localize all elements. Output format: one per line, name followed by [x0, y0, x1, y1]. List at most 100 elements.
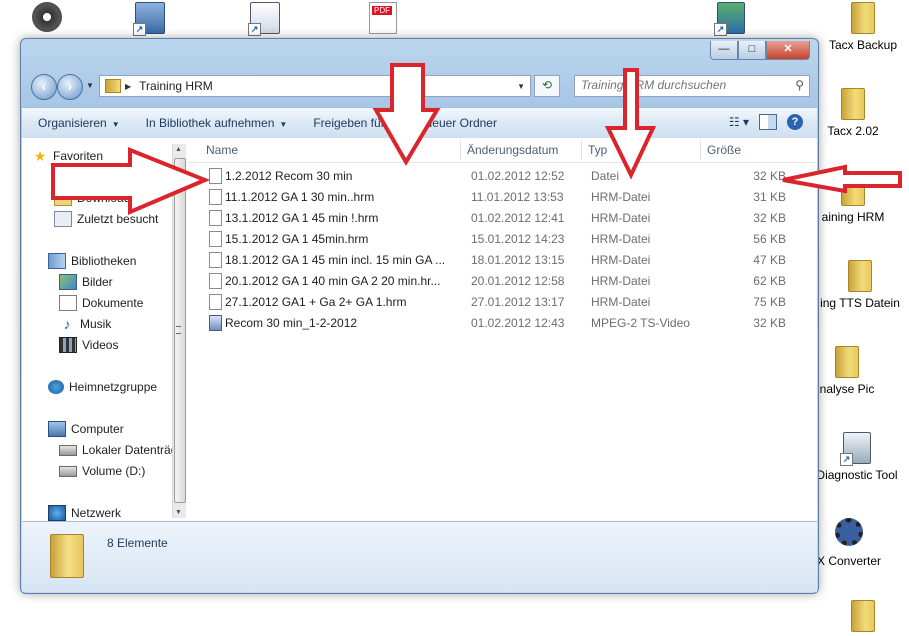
file-list: Name Änderungsdatum Typ Größe 1.2.2012 R…	[188, 138, 817, 522]
nav-scrollbar[interactable]: ▲ ▼	[172, 144, 186, 518]
file-row[interactable]: 15.1.2012 GA 1 45min.hrm 15.01.2012 14:23…	[205, 229, 797, 250]
desktop-icon-label: Tacx 2.02	[827, 124, 879, 138]
scroll-down-icon[interactable]: ▼	[175, 509, 182, 516]
desktop-shortcut-diagnostic[interactable]: ↗ Diagnostic Tool	[812, 432, 902, 482]
desktop-pdf-icon[interactable]	[338, 2, 428, 38]
desktop-app-icon[interactable]: ↗	[105, 2, 195, 38]
folder-icon	[830, 346, 864, 380]
desktop-folder-tacx-202[interactable]: Tacx 2.02	[808, 88, 898, 138]
file-modified: 01.02.2012 12:52	[471, 169, 565, 183]
file-size: 32 KB	[753, 211, 786, 225]
share-label: Freigeben für	[313, 116, 385, 130]
body-area: ★ Favoriten Desktop Downloads Zuletzt be…	[22, 138, 817, 522]
column-separator[interactable]	[700, 140, 701, 160]
column-type[interactable]: Typ	[588, 143, 607, 157]
help-icon[interactable]: ?	[787, 114, 803, 130]
column-name[interactable]: Name	[206, 143, 238, 157]
file-size: 75 KB	[753, 295, 786, 309]
file-size: 32 KB	[753, 169, 786, 183]
refresh-button[interactable]: ⟲	[534, 75, 560, 97]
close-button[interactable]: ✕	[766, 41, 810, 60]
include-library-menu[interactable]: In Bibliothek aufnehmen ▼	[136, 116, 298, 130]
item-count: 8 Elemente	[107, 536, 168, 550]
minimize-button[interactable]: —	[710, 41, 738, 60]
address-dropdown-icon[interactable]: ▼	[517, 82, 525, 91]
nav-item-libraries[interactable]: Bibliotheken	[48, 251, 136, 271]
scroll-up-icon[interactable]: ▲	[175, 146, 182, 153]
search-icon[interactable]: ⚲	[795, 78, 804, 92]
desktop-folder-training-hrm[interactable]: aining HRM	[808, 174, 898, 224]
nav-item-homegroup[interactable]: Heimnetzgruppe	[48, 377, 157, 397]
nav-item-downloads[interactable]: Downloads	[54, 188, 136, 208]
column-modified[interactable]: Änderungsdatum	[467, 143, 558, 157]
file-name: 13.1.2012 GA 1 45 min !.hrm	[225, 211, 379, 225]
preview-pane-icon[interactable]	[759, 114, 777, 130]
nav-item-desktop[interactable]: Desktop	[54, 167, 168, 189]
caret-down-icon: ▼	[111, 120, 120, 129]
column-separator[interactable]	[581, 140, 582, 160]
file-type: HRM-Datei	[591, 274, 651, 288]
file-modified: 01.02.2012 12:41	[471, 211, 565, 225]
toolbar-right: ☷ ▾ ?	[729, 114, 803, 130]
column-size[interactable]: Größe	[707, 143, 741, 157]
file-row[interactable]: 1.2.2012 Recom 30 min 01.02.2012 12:52 Dat…	[205, 166, 797, 187]
homegroup-icon	[48, 380, 64, 394]
nav-item-local-drive[interactable]: Lokaler Datenträg	[59, 440, 177, 460]
nav-item-recent[interactable]: Zuletzt besucht	[54, 209, 158, 229]
breadcrumb-chevron-icon[interactable]: ▶	[125, 82, 131, 91]
nav-item-computer[interactable]: Computer	[48, 419, 124, 439]
file-icon	[209, 231, 222, 247]
file-icon	[209, 273, 222, 289]
new-folder-button[interactable]: Neuer Ordner	[414, 116, 507, 130]
file-row[interactable]: 18.1.2012 GA 1 45 min incl. 15 min GA ..…	[205, 250, 797, 271]
file-row[interactable]: 20.1.2012 GA 1 40 min GA 2 20 min.hr... 2…	[205, 271, 797, 292]
file-modified: 01.02.2012 12:43	[471, 316, 565, 330]
nav-item-pictures[interactable]: Bilder	[59, 272, 113, 292]
caption-buttons: — □ ✕	[710, 41, 810, 60]
breadcrumb-current[interactable]: Training HRM	[139, 79, 517, 93]
maximize-button[interactable]: □	[738, 41, 766, 60]
new-folder-label: Neuer Ordner	[423, 116, 497, 130]
documents-icon	[59, 295, 77, 311]
column-separator[interactable]	[460, 140, 461, 160]
share-menu[interactable]: Freigeben für ▼	[303, 116, 407, 130]
desktop-app-icon[interactable]: ↗	[686, 2, 776, 38]
desktop-folder-partial[interactable]	[818, 600, 908, 636]
file-row[interactable]: 27.1.2012 GA1 + Ga 2+ GA 1.hrm 27.01.2012…	[205, 292, 797, 313]
desktop-app-icon[interactable]: ↗	[220, 2, 310, 38]
nav-label: Zuletzt besucht	[77, 212, 159, 226]
organize-menu[interactable]: Organisieren ▼	[28, 116, 130, 130]
address-bar[interactable]: ▶ Training HRM ▼	[99, 75, 531, 97]
desktop-app-icon[interactable]	[0, 2, 62, 38]
desktop-folder-tacx-backup[interactable]: Tacx Backup	[818, 2, 908, 52]
nav-item-music[interactable]: ♪ Musik	[59, 314, 112, 334]
explorer-window: — □ ✕ ‹ › ▼ ▶ Training HRM ▼ ⟲ ⚲ Organis…	[20, 38, 819, 594]
file-row[interactable]: 13.1.2012 GA 1 45 min !.hrm 01.02.2012 12…	[205, 208, 797, 229]
nav-item-network[interactable]: Netzwerk	[48, 503, 121, 522]
file-row[interactable]: Recom 30 min_1-2-2012 01.02.2012 12:43 MPE…	[205, 313, 797, 334]
nav-item-favorites[interactable]: ★ Favoriten	[32, 146, 103, 166]
nav-item-volume-d[interactable]: Volume (D:)	[59, 461, 145, 481]
search-input[interactable]	[575, 76, 792, 94]
details-pane: 8 Elemente	[22, 521, 817, 592]
nav-item-documents[interactable]: Dokumente	[59, 293, 143, 313]
recent-pages-dropdown[interactable]: ▼	[86, 81, 94, 90]
desktop-folder-tts[interactable]: ing TTS Datein	[815, 260, 905, 310]
file-size: 31 KB	[753, 190, 786, 204]
nav-label: Heimnetzgruppe	[69, 380, 158, 394]
forward-button[interactable]: ›	[57, 74, 83, 100]
file-icon	[209, 189, 222, 205]
file-row[interactable]: 11.1.2012 GA 1 30 min..hrm 11.01.2012 13:…	[205, 187, 797, 208]
folder-icon	[846, 600, 880, 634]
back-button[interactable]: ‹	[31, 74, 57, 100]
nav-label: Desktop	[78, 171, 123, 185]
music-note-icon: ♪	[63, 316, 71, 332]
shortcut-arrow-icon: ↗	[840, 453, 853, 466]
pdf-icon	[366, 2, 400, 36]
film-strip-icon	[59, 337, 77, 353]
search-box[interactable]: ⚲	[574, 75, 810, 97]
nav-item-videos[interactable]: Videos	[59, 335, 118, 355]
caret-down-icon: ▼	[279, 120, 288, 129]
view-options-icon[interactable]: ☷ ▾	[729, 115, 749, 129]
file-name: 27.1.2012 GA1 + Ga 2+ GA 1.hrm	[225, 295, 407, 309]
